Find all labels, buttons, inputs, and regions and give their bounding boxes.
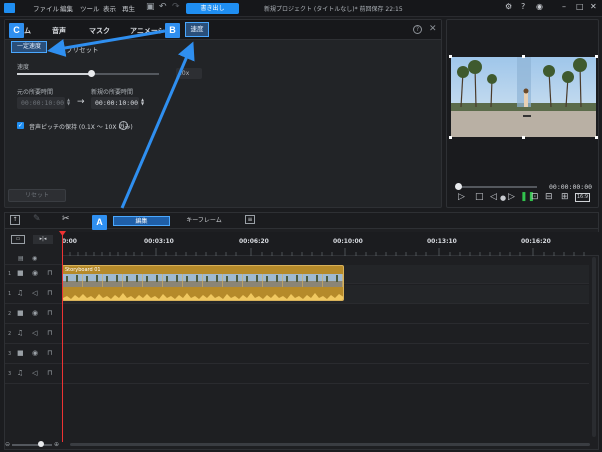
annotation-marker-b: B — [165, 23, 180, 38]
annotation-marker-c: C — [9, 23, 24, 38]
annotation-arrows — [47, 29, 195, 209]
annotation-marker-a: A — [92, 215, 107, 230]
app-window: ファイル 編集 ツール 表示 再生 ▣ ↶ ↷ 書き出し 新規プロジェクト (タ… — [0, 0, 602, 452]
